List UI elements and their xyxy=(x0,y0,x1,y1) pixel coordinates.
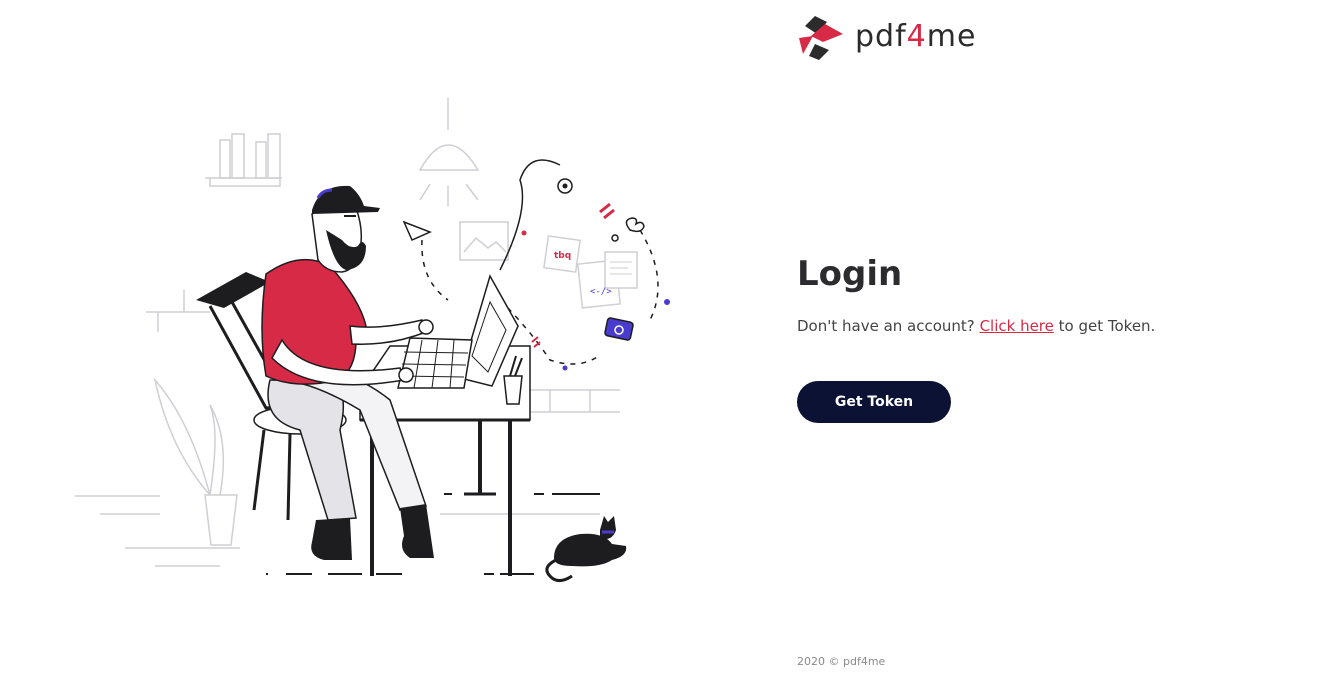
signup-prompt-after: to get Token. xyxy=(1058,317,1156,335)
note-label: tbq xyxy=(554,251,571,261)
login-page: tbq <-/> pdf4me Login Don't have an acco… xyxy=(0,0,1337,682)
get-token-link[interactable]: Click here xyxy=(980,317,1054,335)
pdf4me-logo-icon xyxy=(799,16,843,60)
code-label: <-/> xyxy=(590,287,612,297)
brand-logo[interactable]: pdf4me xyxy=(797,12,976,62)
login-panel: pdf4me Login Don't have an account? Clic… xyxy=(797,0,1317,682)
get-token-button[interactable]: Get Token xyxy=(797,381,951,423)
brand-name-suffix: me xyxy=(926,19,977,54)
brand-name-prefix: pdf xyxy=(855,19,907,54)
brand-wordmark: pdf4me xyxy=(855,22,976,52)
page-title: Login xyxy=(797,254,903,294)
person-at-desk-illustration: tbq <-/> xyxy=(75,98,670,583)
footer-copyright: 2020 © pdf4me xyxy=(797,655,886,668)
brand-name-accent: 4 xyxy=(906,19,927,54)
signup-prompt-before: Don't have an account? xyxy=(797,317,975,335)
signup-prompt: Don't have an account? Click here to get… xyxy=(797,317,1155,335)
